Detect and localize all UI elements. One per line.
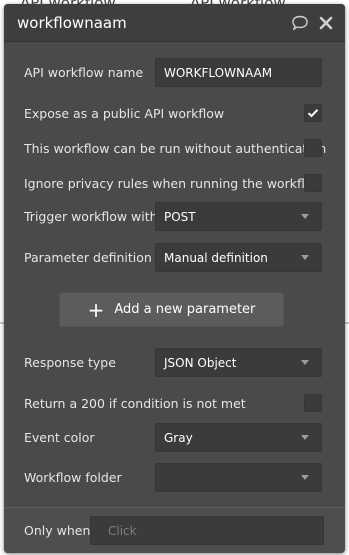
ignore-privacy-row: Ignore privacy rules when running the wo…	[24, 174, 325, 192]
chevron-down-icon	[301, 475, 309, 480]
response-type-dropdown[interactable]: JSON Object	[155, 348, 322, 377]
response-type-value: JSON Object	[164, 355, 237, 370]
api-workflow-name-label: API workflow name	[24, 65, 144, 80]
only-when-section: Only when Click	[4, 507, 345, 553]
speech-bubble-icon[interactable]	[291, 14, 309, 32]
ignore-privacy-label: Ignore privacy rules when running the wo…	[24, 175, 323, 191]
ignore-privacy-checkbox[interactable]	[304, 174, 322, 192]
event-color-label: Event color	[24, 430, 95, 445]
return-200-row: Return a 200 if condition is not met	[24, 394, 325, 412]
chevron-down-icon	[301, 360, 309, 365]
plus-icon: +	[87, 297, 105, 322]
panel-header: workflownaam	[4, 4, 345, 42]
return-200-checkbox[interactable]	[304, 394, 322, 412]
panel-title: workflownaam	[17, 13, 127, 32]
api-workflow-name-input[interactable]: WORKFLOWNAAM	[155, 58, 322, 87]
add-parameter-button[interactable]: + Add a new parameter	[59, 292, 284, 327]
add-parameter-label: Add a new parameter	[114, 302, 256, 317]
chevron-down-icon	[301, 214, 309, 219]
return-200-label: Return a 200 if condition is not met	[24, 395, 246, 411]
only-when-condition-input[interactable]: Click	[90, 516, 324, 545]
workflow-properties-panel: workflownaam API workflow name WORKFLOWN…	[4, 4, 345, 553]
chevron-down-icon	[301, 255, 309, 260]
workflow-folder-label: Workflow folder	[24, 470, 122, 485]
response-type-label: Response type	[24, 355, 116, 370]
event-color-dropdown[interactable]: Gray	[155, 423, 322, 452]
checkmark-icon	[307, 109, 319, 118]
expose-public-checkbox[interactable]	[304, 104, 322, 122]
trigger-workflow-value: POST	[164, 209, 196, 224]
close-icon[interactable]	[317, 14, 335, 32]
expose-public-label: Expose as a public API workflow	[24, 105, 225, 121]
no-auth-label: This workflow can be run without authent…	[24, 140, 327, 156]
parameter-definition-label: Parameter definition	[24, 250, 152, 265]
workflow-folder-dropdown[interactable]	[155, 463, 322, 492]
parameter-definition-dropdown[interactable]: Manual definition	[155, 243, 322, 272]
event-color-value: Gray	[164, 430, 193, 445]
parameter-definition-value: Manual definition	[164, 250, 268, 265]
no-auth-checkbox[interactable]	[304, 139, 322, 157]
trigger-workflow-label: Trigger workflow with	[24, 209, 158, 224]
no-auth-row: This workflow can be run without authent…	[24, 139, 327, 157]
expose-public-row: Expose as a public API workflow	[24, 104, 325, 122]
only-when-label: Only when	[24, 523, 91, 538]
chevron-down-icon	[301, 435, 309, 440]
trigger-workflow-dropdown[interactable]: POST	[155, 202, 322, 231]
